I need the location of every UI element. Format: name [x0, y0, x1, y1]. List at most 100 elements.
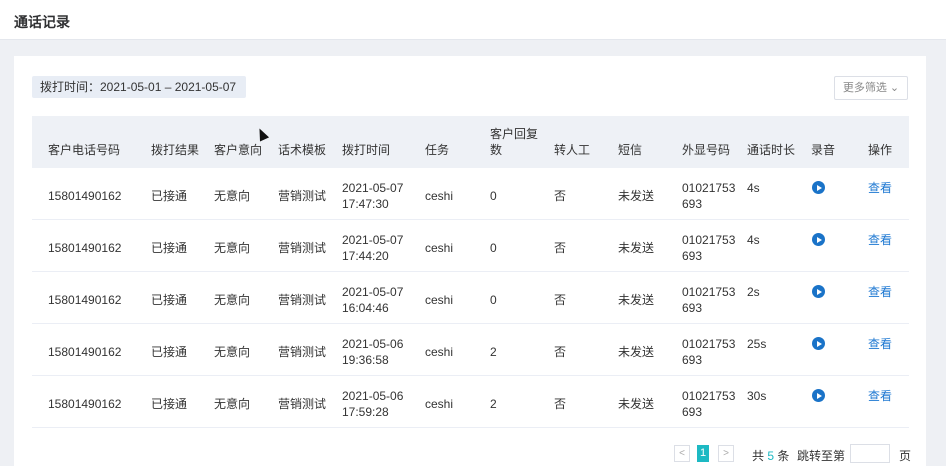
page-suffix: 页	[899, 449, 912, 463]
cell-phone: 15801490162	[48, 293, 122, 307]
table-header: 客户电话号码 拨打结果 客户意向 话术模板 拨打时间 任务 客户回复 数 转人工…	[32, 116, 909, 168]
cell-reply-count: 0	[490, 189, 497, 203]
table-row: 15801490162 已接通 无意向 营销测试 2021-05-06 17:59:28 c…	[32, 376, 909, 428]
cell-caller-id-line2: 693	[682, 301, 703, 315]
jump-page-input[interactable]	[850, 444, 890, 463]
header-sms: 短信	[618, 143, 643, 157]
cell-task: ceshi	[425, 241, 454, 255]
cell-transfer: 否	[554, 397, 567, 411]
view-link[interactable]: 查看	[868, 388, 892, 404]
header-action: 操作	[868, 143, 893, 157]
view-link[interactable]: 查看	[868, 336, 892, 352]
cell-intent: 无意向	[214, 189, 251, 203]
cell-caller-id-line2: 693	[682, 197, 703, 211]
cell-template: 营销测试	[278, 189, 327, 203]
cell-caller-id-line1: 01021753	[682, 337, 736, 351]
view-link[interactable]: 查看	[868, 180, 892, 196]
cell-sms: 未发送	[618, 241, 655, 255]
play-recording-icon[interactable]	[812, 233, 825, 246]
cell-duration: 2s	[747, 285, 760, 299]
header-reply-line2: 数	[490, 143, 503, 157]
cell-transfer: 否	[554, 189, 567, 203]
page-title: 通话记录	[14, 14, 70, 30]
table-row: 15801490162 已接通 无意向 营销测试 2021-05-07 17:47:30 c…	[32, 168, 909, 220]
cell-sms: 未发送	[618, 189, 655, 203]
header-template: 话术模板	[278, 143, 327, 157]
cell-task: ceshi	[425, 397, 454, 411]
table-row: 15801490162 已接通 无意向 营销测试 2021-05-07 17:44:20 c…	[32, 220, 909, 272]
more-filter-button[interactable]: 更多筛选 ⌄	[834, 76, 908, 100]
cell-date: 2021-05-07	[342, 233, 404, 247]
cell-duration: 25s	[747, 337, 767, 351]
top-bar: 通话记录	[0, 0, 946, 40]
pagination: < 1 > 共 5 条 跳转至第 页	[14, 441, 926, 465]
cell-caller-id-line1: 01021753	[682, 181, 736, 195]
header-result: 拨打结果	[151, 143, 200, 157]
header-task: 任务	[425, 143, 450, 157]
next-page-button[interactable]: >	[718, 445, 734, 462]
cell-sms: 未发送	[618, 397, 655, 411]
play-recording-icon[interactable]	[812, 285, 825, 298]
cell-time: 17:44:20	[342, 249, 389, 263]
jump-label: 跳转至第	[797, 449, 846, 463]
cell-reply-count: 2	[490, 397, 497, 411]
cell-result: 已接通	[151, 189, 188, 203]
cell-phone: 15801490162	[48, 397, 122, 411]
play-recording-icon[interactable]	[812, 337, 825, 350]
records-card: 拨打时间：2021-05-01 – 2021-05-07 更多筛选 ⌄ 客户电话…	[14, 56, 926, 466]
cell-template: 营销测试	[278, 397, 327, 411]
header-caller-id: 外显号码	[682, 143, 731, 157]
cell-reply-count: 0	[490, 293, 497, 307]
page-1-button[interactable]: 1	[697, 445, 709, 462]
table-row: 15801490162 已接通 无意向 营销测试 2021-05-07 16:04:46 c…	[32, 272, 909, 324]
cell-result: 已接通	[151, 397, 188, 411]
cell-caller-id-line2: 693	[682, 353, 703, 367]
cell-time: 17:59:28	[342, 405, 389, 419]
cell-template: 营销测试	[278, 345, 327, 359]
cell-caller-id-line2: 693	[682, 249, 703, 263]
cell-caller-id-line2: 693	[682, 405, 703, 419]
total-number: 5	[767, 449, 775, 463]
cell-transfer: 否	[554, 293, 567, 307]
cell-date: 2021-05-06	[342, 389, 404, 403]
view-link[interactable]: 查看	[868, 232, 892, 248]
header-intent: 客户意向	[214, 143, 263, 157]
cell-phone: 15801490162	[48, 241, 122, 255]
cell-task: ceshi	[425, 189, 454, 203]
cell-duration: 30s	[747, 389, 767, 403]
cell-intent: 无意向	[214, 345, 251, 359]
cell-intent: 无意向	[214, 241, 251, 255]
cell-duration: 4s	[747, 181, 760, 195]
cell-transfer: 否	[554, 345, 567, 359]
header-duration: 通话时长	[747, 143, 796, 157]
header-phone: 客户电话号码	[48, 143, 121, 157]
cell-time: 19:36:58	[342, 353, 389, 367]
cell-intent: 无意向	[214, 293, 251, 307]
cell-reply-count: 0	[490, 241, 497, 255]
cell-time: 17:47:30	[342, 197, 389, 211]
cell-task: ceshi	[425, 345, 454, 359]
total-count: 共 5 条	[752, 447, 789, 464]
cell-task: ceshi	[425, 293, 454, 307]
total-suffix: 条	[777, 449, 790, 463]
cell-caller-id-line1: 01021753	[682, 389, 736, 403]
cell-sms: 未发送	[618, 345, 655, 359]
cell-date: 2021-05-06	[342, 337, 404, 351]
view-link[interactable]: 查看	[868, 284, 892, 300]
play-recording-icon[interactable]	[812, 389, 825, 402]
header-time: 拨打时间	[342, 143, 391, 157]
cell-result: 已接通	[151, 345, 188, 359]
header-transfer: 转人工	[554, 143, 591, 157]
cell-phone: 15801490162	[48, 345, 122, 359]
cell-phone: 15801490162	[48, 189, 122, 203]
prev-page-button[interactable]: <	[674, 445, 690, 462]
header-reply-line1: 客户回复	[490, 127, 539, 141]
cell-date: 2021-05-07	[342, 285, 404, 299]
cell-caller-id-line1: 01021753	[682, 233, 736, 247]
date-range-filter[interactable]: 拨打时间：2021-05-01 – 2021-05-07	[32, 76, 247, 98]
cell-sms: 未发送	[618, 293, 655, 307]
cell-intent: 无意向	[214, 397, 251, 411]
cell-reply-count: 2	[490, 345, 497, 359]
play-recording-icon[interactable]	[812, 181, 825, 194]
cell-duration: 4s	[747, 233, 760, 247]
